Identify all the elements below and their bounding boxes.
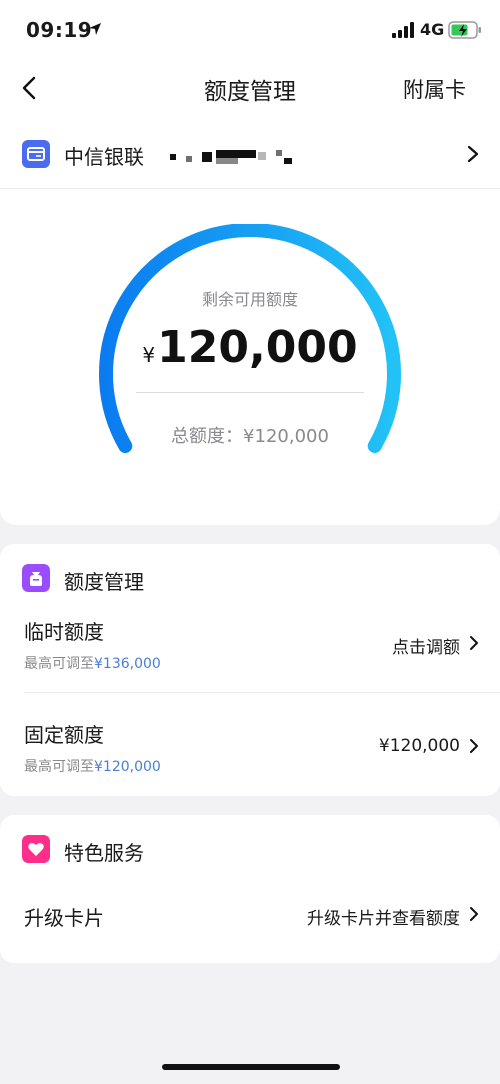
- battery-charging-icon: [448, 21, 481, 39]
- section-title: 特色服务: [64, 841, 144, 865]
- card-selector[interactable]: 中信银联: [0, 130, 500, 186]
- divider: [0, 188, 500, 189]
- max-limit-value: ¥120,000: [94, 759, 161, 775]
- total-limit: 总额度：¥120,000: [171, 426, 329, 447]
- row-title: 升级卡片: [24, 906, 104, 930]
- network-type: 4G: [420, 20, 445, 39]
- wallet-bag-icon: [22, 564, 50, 592]
- subtitle-prefix: 最高可调至: [24, 656, 94, 672]
- heart-icon: [22, 835, 50, 863]
- back-chevron-icon[interactable]: [18, 74, 42, 102]
- limit-management-section: 额度管理 临时额度 最高可调至¥136,000 点击调额 固定额度 最高可调至¥…: [0, 544, 500, 796]
- subtitle-prefix: 最高可调至: [24, 759, 94, 775]
- chevron-right-icon: [470, 739, 478, 753]
- section-title: 额度管理: [64, 570, 144, 594]
- home-indicator[interactable]: [162, 1064, 340, 1070]
- upgrade-card-link[interactable]: 升级卡片并查看额度: [307, 904, 460, 929]
- chevron-right-icon: [470, 907, 478, 921]
- row-subtitle: 最高可调至¥120,000: [24, 756, 161, 776]
- fixed-limit-value: ¥120,000: [378, 736, 460, 756]
- supplementary-card-link[interactable]: 附属卡: [403, 74, 466, 104]
- adjust-limit-button[interactable]: 点击调额: [392, 633, 460, 658]
- row-subtitle: 最高可调至¥136,000: [24, 653, 161, 673]
- max-limit-value: ¥136,000: [94, 656, 161, 672]
- bank-name: 中信银联: [64, 145, 144, 169]
- row-title: 固定额度: [24, 723, 104, 747]
- chevron-right-icon: [470, 636, 478, 650]
- status-bar: 09:19 4G: [0, 0, 500, 60]
- row-divider: [24, 692, 500, 693]
- masked-card-number: [168, 146, 298, 166]
- currency-symbol: ¥: [142, 343, 156, 367]
- bank-card-icon: [22, 140, 50, 168]
- gauge-divider: [136, 392, 364, 393]
- chevron-right-icon: [467, 145, 479, 163]
- available-limit-label: 剩余可用额度: [201, 290, 298, 309]
- featured-services-section: 特色服务 升级卡片 升级卡片并查看额度: [0, 815, 500, 963]
- row-title: 临时额度: [24, 620, 104, 644]
- amount-value: 120,000: [157, 322, 358, 373]
- signal-bars-icon: [392, 22, 414, 38]
- location-arrow-icon: [89, 23, 101, 35]
- available-limit-amount: ¥120,000: [0, 322, 500, 373]
- status-time: 09:19: [26, 18, 93, 42]
